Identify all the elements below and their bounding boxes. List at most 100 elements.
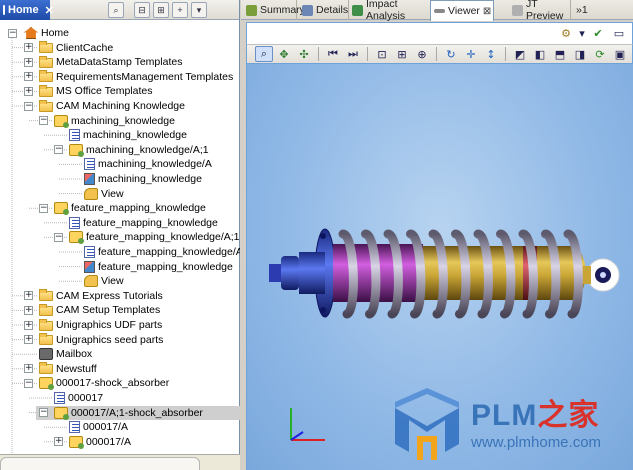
front-view-icon[interactable]: ◧ (531, 46, 549, 62)
expand-node-icon[interactable]: + (24, 86, 33, 96)
tree-item[interactable]: Home (24, 26, 69, 40)
tree-item[interactable]: Newstuff (39, 362, 97, 376)
dropdown-icon[interactable]: ▾ (578, 25, 586, 41)
first-icon[interactable]: ⏮ (324, 46, 342, 62)
tree-item[interactable]: View (84, 274, 124, 288)
tree-item-label: View (101, 187, 124, 200)
tree-item-label: 000017/A (86, 435, 131, 448)
tree-item[interactable]: machining_knowledge/A;1 (69, 143, 209, 157)
tools-icon[interactable]: ⚙ (557, 25, 575, 41)
collapse-icon[interactable]: ⊟ (134, 2, 150, 18)
expand-node-icon[interactable]: + (24, 305, 33, 315)
collapse-node-icon[interactable]: − (8, 28, 17, 38)
fit-icon[interactable]: ⊡ (373, 46, 391, 62)
collapse-node-icon[interactable]: − (54, 145, 63, 155)
tree-item-label: feature_mapping_knowledge (98, 260, 233, 273)
bottom-tab[interactable] (0, 457, 200, 470)
rotate-icon[interactable]: ✣ (295, 46, 313, 62)
add-icon[interactable]: + (172, 2, 188, 18)
collapse-node-icon[interactable]: − (54, 232, 63, 242)
tab-viewer[interactable]: Viewer ⊠ (430, 0, 494, 21)
window-icon[interactable]: ▭ (610, 25, 628, 41)
3d-viewport[interactable]: PLM之家 www.plmhome.com (246, 64, 633, 470)
tree-item[interactable]: machining_knowledge/A (84, 157, 212, 171)
collapse-node-icon[interactable]: − (39, 116, 48, 126)
expand-node-icon[interactable]: + (24, 291, 33, 301)
collapse-node-icon[interactable]: − (39, 203, 48, 213)
check-icon[interactable]: ✔ (589, 25, 607, 41)
tree-item[interactable]: 000017/A (69, 435, 131, 449)
tree-item[interactable]: CAM Setup Templates (39, 303, 160, 317)
watermark-brand-suffix: 之家 (537, 399, 600, 432)
tree-item[interactable]: machining_knowledge (54, 114, 175, 128)
tab-viewer-label: Viewer (448, 5, 480, 17)
tree-item-label: MetaDataStamp Templates (56, 56, 183, 69)
expand-node-icon[interactable]: + (54, 437, 63, 447)
collapse-node-icon[interactable]: − (39, 408, 48, 418)
zoom-window-icon[interactable]: ⊞ (393, 46, 411, 62)
tree-item[interactable]: 000017-shock_absorber (39, 376, 170, 391)
item-revision-icon (69, 231, 84, 245)
zoom-in-icon[interactable]: ⊕ (413, 46, 431, 62)
last-icon[interactable]: ⏭ (344, 46, 362, 62)
tree-item[interactable]: feature_mapping_knowledge/A;1 (69, 230, 240, 245)
search-icon[interactable]: ⌕ (108, 2, 124, 18)
tree-item[interactable]: 000017/A (69, 420, 128, 434)
tree-item[interactable]: machining_knowledge (69, 128, 187, 142)
expand-node-icon[interactable]: + (24, 364, 33, 374)
collapse-node-icon[interactable]: − (24, 378, 33, 388)
spin-icon[interactable]: ↻ (442, 46, 460, 62)
tree-item[interactable]: machining_knowledge (84, 172, 202, 186)
tree-item[interactable]: feature_mapping_knowledge/A (84, 245, 240, 259)
refresh-icon[interactable]: ⟳ (591, 46, 609, 62)
tab-jt-preview[interactable]: JT Preview (509, 0, 571, 22)
vertical-move-icon[interactable]: ↕ (482, 46, 500, 62)
document-icon (69, 129, 80, 142)
tree-item[interactable]: MS Office Templates (39, 84, 152, 98)
tree-item[interactable]: feature_mapping_knowledge (54, 201, 206, 216)
tree-item-label: ClientCache (56, 41, 114, 54)
dataset-icon (84, 173, 95, 185)
tree-item-label: 000017-shock_absorber (56, 377, 170, 390)
tree-item[interactable]: RequirementsManagement Templates (39, 70, 233, 84)
tab-home-label: Home (8, 4, 39, 16)
side-view-icon[interactable]: ◨ (571, 46, 589, 62)
tab-impact-analysis[interactable]: Impact Analysis (349, 0, 431, 22)
tree-item[interactable]: ClientCache (39, 41, 113, 55)
expand-node-icon[interactable]: + (24, 320, 33, 330)
top-view-icon[interactable]: ⬒ (551, 46, 569, 62)
image-icon[interactable]: ▣ (611, 46, 629, 62)
tree-item[interactable]: CAM Express Tutorials (39, 289, 163, 303)
tree-item[interactable]: feature_mapping_knowledge (69, 216, 218, 230)
plmhome-logo (395, 388, 459, 460)
tree-item-label: feature_mapping_knowledge/A;1 (86, 231, 240, 244)
tree-item[interactable]: 000017/A;1-shock_absorber (36, 405, 240, 420)
tree-item[interactable]: MetaDataStamp Templates (39, 55, 182, 69)
home-icon (24, 27, 38, 39)
tab-overflow[interactable]: »1 (573, 0, 595, 20)
tab-summary[interactable]: Summary (243, 0, 305, 20)
pan-icon[interactable]: ✥ (275, 46, 293, 62)
iso-view-icon[interactable]: ◩ (511, 46, 529, 62)
expand-node-icon[interactable]: + (24, 43, 33, 53)
expand-node-icon[interactable]: + (24, 335, 33, 345)
tree-item[interactable]: Unigraphics seed parts (39, 333, 163, 347)
tree-item[interactable]: 000017 (54, 391, 103, 405)
expand-node-icon[interactable]: + (24, 72, 33, 82)
close-viewer-icon[interactable]: ⊠ (483, 6, 491, 17)
collapse-node-icon[interactable]: − (24, 101, 33, 111)
tree-item[interactable]: feature_mapping_knowledge (84, 260, 233, 274)
menu-icon[interactable]: ▾ (191, 2, 207, 18)
tree-item[interactable]: CAM Machining Knowledge (39, 99, 185, 113)
move-icon[interactable]: ✛ (462, 46, 480, 62)
expand-node-icon[interactable]: + (24, 57, 33, 67)
tree-item[interactable]: Unigraphics UDF parts (39, 318, 162, 332)
close-icon[interactable]: ✕ (45, 4, 54, 17)
tree-item[interactable]: Mailbox (39, 347, 92, 361)
flange-bolt (320, 307, 326, 313)
expand-icon[interactable]: ⊞ (153, 2, 169, 18)
tree-item[interactable]: View (84, 187, 124, 201)
select-icon[interactable]: ⌕ (255, 46, 273, 62)
tab-details[interactable]: Details (299, 0, 349, 20)
tab-home[interactable]: Home ✕ (0, 0, 54, 20)
